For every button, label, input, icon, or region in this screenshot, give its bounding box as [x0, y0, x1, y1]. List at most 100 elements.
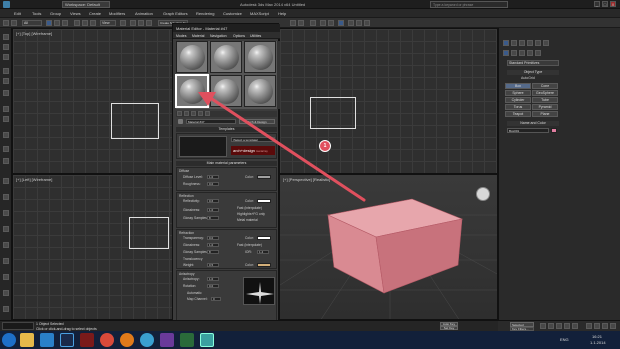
tool-icon[interactable] [3, 306, 9, 312]
rendered-frame-icon[interactable] [356, 20, 362, 26]
sample-slot[interactable] [244, 41, 276, 73]
tool-icon[interactable] [3, 210, 9, 216]
show-in-viewport-icon[interactable] [205, 111, 210, 116]
refraction-glossiness-input[interactable]: 1.0 [207, 243, 219, 247]
ior-input[interactable]: 1.4 [257, 250, 269, 254]
rectangular-selection-icon[interactable] [62, 20, 68, 26]
photoshop-icon[interactable] [60, 333, 74, 347]
helpers-icon[interactable] [535, 50, 541, 56]
render-production-icon[interactable] [364, 20, 370, 26]
pink-box[interactable] [280, 175, 498, 320]
sphere-button[interactable]: Sphere [505, 90, 531, 96]
anisotropy-input[interactable]: 1.0 [207, 277, 219, 281]
viewport-top[interactable]: [+] [Top] [Wireframe] [12, 28, 174, 174]
menu-navigation[interactable]: Navigation [210, 34, 227, 38]
selection-filter-dropdown[interactable]: All [22, 20, 42, 26]
highlights-fg-option[interactable]: Highlights+FG only [237, 212, 265, 216]
rotate-icon[interactable] [82, 20, 88, 26]
diffuse-color-swatch[interactable] [257, 175, 271, 179]
maximize-button[interactable]: □ [602, 1, 608, 7]
percent-snap-icon[interactable] [146, 20, 152, 26]
viewport-left[interactable]: [+] [Left] [Wireframe] [12, 174, 174, 320]
object-name-input[interactable]: Box001 [507, 128, 549, 133]
lights-icon[interactable] [519, 50, 525, 56]
go-to-start-icon[interactable] [540, 323, 546, 329]
automatic-radio[interactable]: Automatic [187, 291, 202, 295]
explorer-icon[interactable] [20, 333, 34, 347]
tool-icon[interactable] [3, 78, 9, 84]
minimize-button[interactable]: _ [594, 1, 600, 7]
cylinder-button[interactable]: Cylinder [505, 97, 531, 103]
clock-time[interactable]: 16:21 [592, 334, 602, 339]
sample-slot[interactable] [244, 75, 276, 107]
fast-interpolate-option[interactable]: Fast (interpolate) [237, 206, 262, 210]
menu-utilities[interactable]: Utilities [250, 34, 261, 38]
snap-icon[interactable] [130, 20, 136, 26]
maxscript-listener[interactable] [2, 322, 34, 330]
tool-icon[interactable] [3, 54, 9, 60]
undo-icon[interactable] [3, 20, 9, 26]
transparency-input[interactable]: 0.0 [207, 236, 219, 240]
sample-slot[interactable] [210, 75, 242, 107]
redo-icon[interactable] [11, 20, 17, 26]
templates-rollout-header[interactable]: Templates [176, 127, 277, 132]
autogrid-checkbox[interactable]: AutoGrid [521, 76, 535, 80]
teapot-button[interactable]: Teapot [505, 111, 531, 117]
cone-button[interactable]: Cone [532, 83, 558, 89]
diffuse-level-input[interactable]: 1.0 [207, 175, 219, 179]
menu-maxscript[interactable]: MAXScript [250, 11, 269, 16]
refraction-fast-option[interactable]: Fast (interpolate) [237, 243, 262, 247]
viewport-perspective[interactable]: [+] [Perspective] [Realistic] [279, 174, 498, 320]
create-tab-icon[interactable] [503, 40, 509, 46]
object-type-header[interactable]: Object Type [507, 70, 559, 75]
viewport-label[interactable]: [+] [Top] [Wireframe] [16, 31, 52, 36]
zoom-icon[interactable] [586, 323, 592, 329]
app-icon[interactable] [140, 333, 154, 347]
close-button[interactable]: X [610, 1, 616, 7]
angle-snap-icon[interactable] [138, 20, 144, 26]
primitive-type-dropdown[interactable]: Standard Primitives [507, 60, 559, 66]
roughness-input[interactable]: 0.0 [207, 182, 219, 186]
set-key-button[interactable]: Set Key [440, 326, 458, 330]
menu-create[interactable]: Create [89, 11, 101, 16]
tool-icon[interactable] [3, 290, 9, 296]
app-icon[interactable] [160, 333, 174, 347]
tool-icon[interactable] [3, 146, 9, 152]
plane-button[interactable]: Plane [532, 111, 558, 117]
firefox-icon[interactable] [120, 333, 134, 347]
reference-coordinate-dropdown[interactable]: View [100, 20, 116, 26]
object-color-swatch[interactable] [551, 128, 557, 133]
menu-modifiers[interactable]: Modifiers [109, 11, 125, 16]
tool-icon[interactable] [3, 68, 9, 74]
tube-button[interactable]: Tube [532, 97, 558, 103]
tool-icon[interactable] [3, 178, 9, 184]
pivot-icon[interactable] [120, 20, 126, 26]
rotation-input[interactable]: 0.0 [207, 284, 219, 288]
metal-material-option[interactable]: Metal material [237, 218, 258, 222]
modify-tab-icon[interactable] [511, 40, 517, 46]
menu-material[interactable]: Material [192, 34, 204, 38]
menu-modes[interactable]: Modes [176, 34, 187, 38]
workspace-dropdown[interactable]: Workspace: Default [62, 1, 110, 8]
align-icon[interactable] [298, 20, 304, 26]
cameras-icon[interactable] [527, 50, 533, 56]
tool-icon[interactable] [3, 274, 9, 280]
refraction-samples-input[interactable]: 8 [207, 250, 219, 254]
make-unique-icon[interactable] [198, 111, 203, 116]
map-channel-input[interactable]: 0 [211, 297, 221, 301]
tool-icon[interactable] [3, 242, 9, 248]
glossiness-input[interactable]: 1.0 [207, 208, 219, 212]
glossy-samples-input[interactable]: 8 [207, 216, 219, 220]
3ds-max-icon[interactable] [200, 333, 214, 347]
orbit-icon[interactable] [602, 323, 608, 329]
curve-editor-icon[interactable] [320, 20, 326, 26]
translucency-color-swatch[interactable] [257, 263, 271, 267]
app-icon[interactable] [180, 333, 194, 347]
layer-icon[interactable] [310, 20, 316, 26]
eyedropper-icon[interactable] [178, 119, 183, 124]
search-input[interactable]: Type a keyword or phrase [430, 1, 508, 8]
utilities-tab-icon[interactable] [543, 40, 549, 46]
material-name-field[interactable]: Material #47 [186, 119, 236, 124]
refraction-color-swatch[interactable] [257, 236, 271, 240]
menu-edit[interactable]: Edit [14, 11, 21, 16]
